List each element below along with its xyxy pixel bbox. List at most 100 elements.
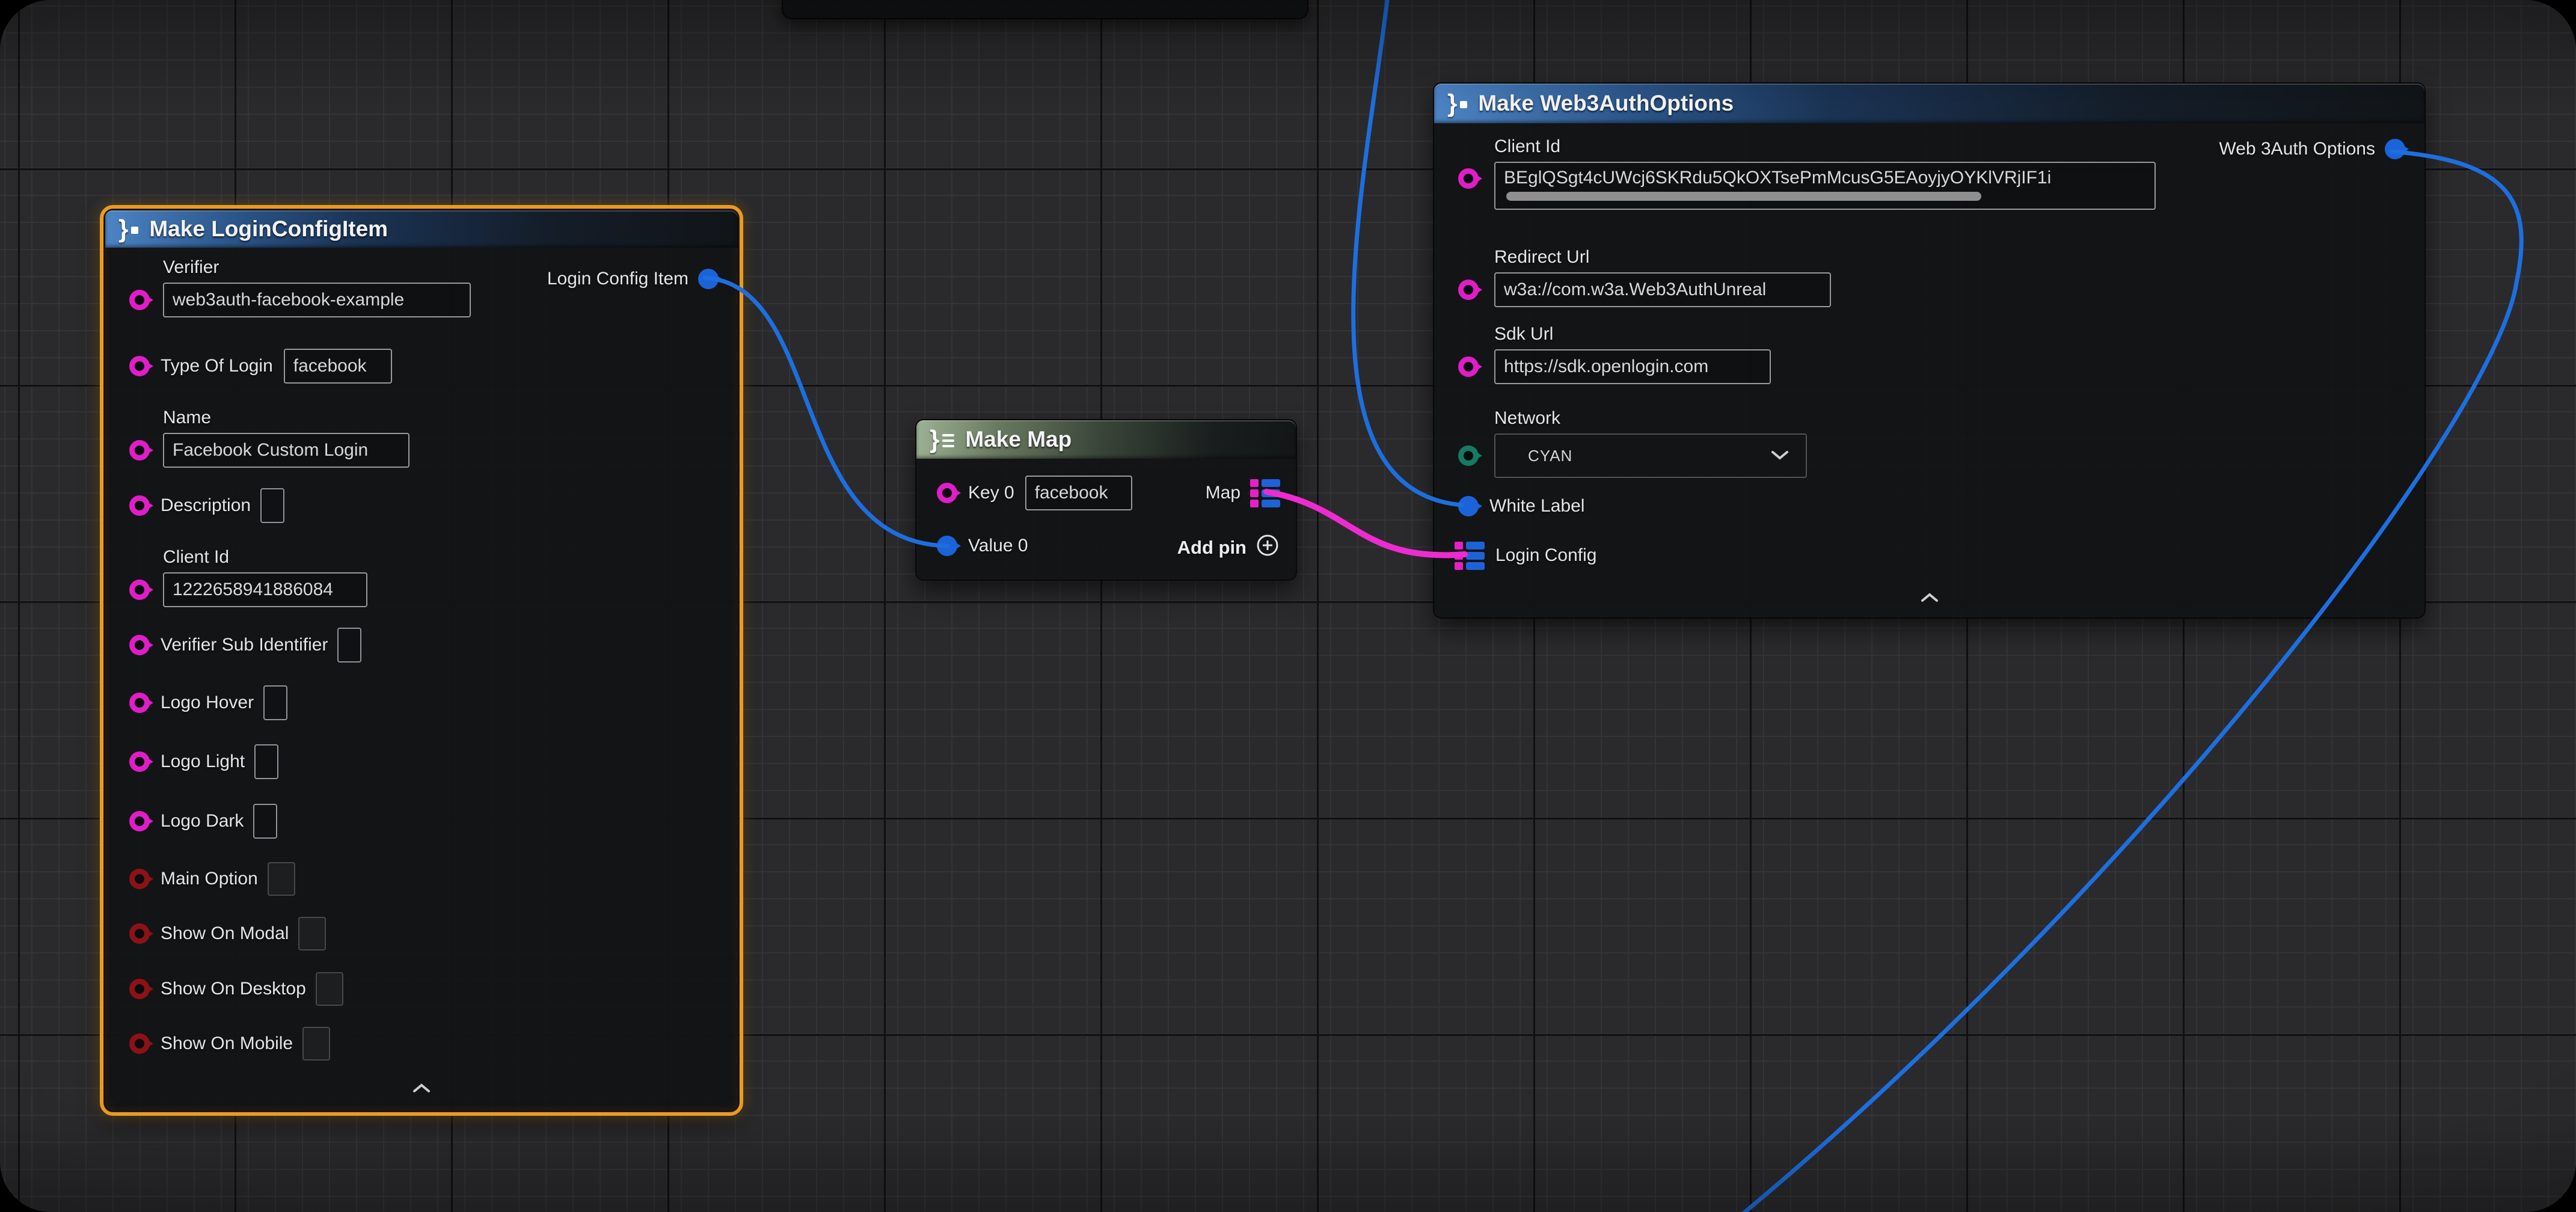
input-pin-type-of-login[interactable]	[129, 356, 150, 376]
output-pin-label: Login Config Item	[547, 269, 688, 289]
pin-label: Redirect Url	[1494, 247, 2424, 268]
pin-row-show-on-mobile: Show On Mobile	[105, 1026, 738, 1062]
make-map-icon: }	[930, 427, 954, 452]
node-title: Make Web3AuthOptions	[1478, 91, 1734, 116]
output-pin-web-3auth-options[interactable]	[2385, 139, 2405, 159]
input-pin-sdk-url[interactable]	[1458, 357, 1479, 377]
text-input-sdk-url[interactable]: https://sdk.openlogin.com	[1494, 349, 1771, 384]
input-pin-client-id[interactable]	[129, 580, 150, 600]
node-make-web3authoptions[interactable]: } Make Web3AuthOptions Client IdBEglQSgt…	[1433, 82, 2426, 619]
pin-row-name: Name Facebook Custom Login	[105, 408, 738, 468]
input-value: w3a://com.w3a.Web3AuthUnreal	[1504, 280, 1766, 299]
node-header[interactable]: } Make LoginConfigItem	[105, 210, 738, 248]
input-pin-name[interactable]	[129, 440, 150, 461]
pin-label: Logo Hover	[161, 693, 254, 713]
checkbox-show-on-mobile[interactable]	[302, 1027, 330, 1060]
node-header[interactable]: } Make Web3AuthOptions	[1434, 84, 2424, 123]
pin-row-login-config: Login Config	[1434, 537, 2424, 574]
collapse-node-control[interactable]	[1434, 592, 2424, 607]
pin-label: Show On Mobile	[161, 1033, 293, 1054]
pin-row-client-id: Client Id 1222658941886084	[105, 547, 738, 607]
input-pin-main-option[interactable]	[129, 869, 150, 889]
pin-label: Sdk Url	[1494, 324, 2424, 344]
text-input-type-of-login[interactable]: facebook	[284, 349, 392, 384]
map-key-chip	[1250, 500, 1259, 507]
input-pin-verifier[interactable]	[129, 290, 150, 310]
input-pin-show-on-desktop[interactable]	[129, 979, 150, 999]
map-value-chip	[1262, 479, 1280, 487]
text-input-logo-hover[interactable]	[263, 685, 287, 720]
input-pin-verifier-sub-identifier[interactable]	[129, 635, 150, 655]
text-input-client-id[interactable]: 1222658941886084	[163, 572, 367, 607]
input-pin-show-on-modal[interactable]	[129, 923, 150, 944]
partial-node-offscreen[interactable]	[782, 0, 1308, 19]
pin-label: Client Id	[163, 547, 738, 568]
screenshot-stage: } Make LoginConfigItem Verifierweb3auth-…	[0, 0, 2576, 1212]
input-pin-logo-light[interactable]	[129, 751, 150, 772]
checkbox-main-option[interactable]	[268, 862, 295, 896]
node-make-map[interactable]: } Make Map Key 0facebookValue 0MapAdd pi…	[915, 419, 1297, 581]
node-header[interactable]: } Make Map	[916, 420, 1296, 459]
map-key-chip	[1455, 542, 1463, 549]
output-row-web-3auth-options: Web 3Auth Options	[2219, 131, 2405, 167]
output-pin-label: Web 3Auth Options	[2219, 139, 2375, 159]
map-pin-row	[1250, 500, 1280, 507]
input-pin-redirect-url[interactable]	[1458, 280, 1479, 300]
pin-row-sdk-url: Sdk Url https://sdk.openlogin.com	[1434, 324, 2424, 384]
checkbox-show-on-desktop[interactable]	[316, 972, 343, 1006]
pin-label: Main Option	[161, 869, 258, 889]
chevron-up-icon	[411, 1082, 432, 1097]
make-struct-icon: }	[1447, 91, 1467, 116]
node-title: Make LoginConfigItem	[149, 216, 388, 242]
pin-label: Show On Modal	[161, 923, 289, 944]
input-pin-key-0[interactable]	[937, 483, 957, 503]
make-struct-icon: }	[118, 216, 138, 242]
pin-label: White Label	[1489, 496, 1584, 516]
node-make-loginconfigitem[interactable]: } Make LoginConfigItem Verifierweb3auth-…	[104, 209, 739, 1112]
pin-label: Verifier Sub Identifier	[161, 635, 328, 655]
pin-row-logo-light: Logo Light	[105, 744, 738, 780]
pin-row-logo-hover: Logo Hover	[105, 685, 738, 721]
text-input-redirect-url[interactable]: w3a://com.w3a.Web3AuthUnreal	[1494, 272, 1831, 307]
text-input-description[interactable]	[260, 488, 284, 523]
add-pin-button[interactable]: Add pin	[1177, 530, 1280, 566]
blueprint-canvas[interactable]: } Make LoginConfigItem Verifierweb3auth-…	[0, 0, 2576, 1212]
input-pin-show-on-mobile[interactable]	[129, 1033, 150, 1054]
map-key-chip	[1455, 562, 1463, 570]
map-value-chip	[1466, 562, 1485, 570]
text-input-key-0[interactable]: facebook	[1025, 476, 1132, 510]
text-input-logo-light[interactable]	[254, 744, 278, 779]
pin-field-client-id: Client Id 1222658941886084	[163, 547, 738, 607]
input-pin-description[interactable]	[129, 495, 150, 516]
pin-field-redirect-url: Redirect Url w3a://com.w3a.Web3AuthUnreal	[1494, 247, 2424, 307]
map-key-chip	[1250, 479, 1259, 487]
text-input-logo-dark[interactable]	[253, 804, 277, 839]
input-pin-logo-dark[interactable]	[129, 811, 150, 831]
chevron-up-icon	[1919, 592, 1940, 607]
dropdown-value: CYAN	[1528, 447, 1572, 465]
input-pin-client-id[interactable]	[1458, 168, 1479, 189]
collapse-node-control[interactable]	[105, 1082, 738, 1097]
input-scrollbar[interactable]	[1506, 192, 1981, 201]
text-input-verifier[interactable]: web3auth-facebook-example	[163, 283, 471, 317]
input-value: Facebook Custom Login	[173, 440, 368, 460]
input-pin-logo-hover[interactable]	[129, 693, 150, 713]
pin-label: Name	[163, 408, 738, 428]
map-key-chip	[1250, 489, 1259, 497]
pin-label: Show On Desktop	[161, 979, 306, 999]
text-input-verifier-sub-identifier[interactable]	[337, 628, 361, 663]
pin-label: Login Config	[1495, 545, 1596, 566]
map-pin-row	[1455, 542, 1485, 549]
pin-field-network: NetworkCYAN	[1494, 408, 2424, 478]
input-pin-network[interactable]	[1458, 445, 1479, 466]
output-pin-label: Map	[1206, 483, 1240, 503]
text-input-name[interactable]: Facebook Custom Login	[163, 433, 409, 468]
add-pin-icon	[1255, 533, 1280, 563]
pin-label: Type Of Login	[161, 356, 273, 376]
network-dropdown[interactable]: CYAN	[1494, 433, 1807, 478]
map-value-chip	[1262, 500, 1280, 507]
input-value: facebook	[293, 356, 367, 376]
pin-label: Key 0	[968, 483, 1014, 503]
checkbox-show-on-modal[interactable]	[298, 917, 326, 950]
text-input-client-id[interactable]: BEglQSgt4cUWcj6SKRdu5QkOXTsePmMcusG5EAoy…	[1494, 162, 2156, 210]
